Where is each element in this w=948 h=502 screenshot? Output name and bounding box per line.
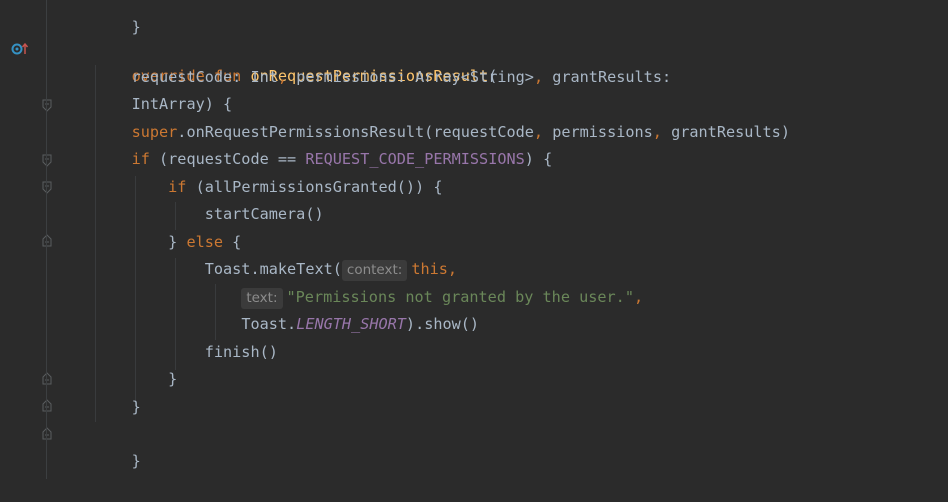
code-line: IntArray) {	[95, 91, 233, 118]
keyword-if: if	[168, 178, 187, 196]
code-token: permissions	[543, 123, 653, 141]
code-token: .onRequestPermissionsResult(requestCode	[177, 123, 534, 141]
code-token: : Array<String>	[396, 68, 534, 86]
code-line: startCamera()	[95, 201, 324, 228]
code-line: super.onRequestPermissionsResult(request…	[95, 119, 790, 146]
code-token: grantResults)	[661, 123, 790, 141]
code-token: }	[168, 233, 187, 251]
code-token: }	[168, 370, 178, 388]
code-token: grantResults	[543, 68, 662, 86]
code-token: }	[131, 452, 141, 470]
code-token: finish()	[204, 343, 278, 361]
code-token: (allPermissionsGranted()) {	[186, 178, 443, 196]
code-line: text: "Permissions not granted by the use…	[95, 284, 643, 311]
code-token: : Int	[232, 68, 278, 86]
code-token: {	[223, 233, 242, 251]
code-token: (requestCode ==	[149, 150, 306, 168]
keyword-super: super	[131, 123, 178, 141]
string-literal: "Permissions not granted by the user."	[286, 288, 634, 306]
keyword-if: if	[131, 150, 150, 168]
code-line: if (requestCode == REQUEST_CODE_PERMISSI…	[95, 146, 553, 173]
code-token: Toast.	[241, 315, 297, 333]
code-token: ,	[633, 288, 644, 306]
code-token: ,	[533, 68, 544, 86]
code-line: }	[95, 394, 141, 421]
code-token: ,	[447, 260, 458, 278]
code-line: }	[95, 0, 141, 36]
editor-gutter	[0, 0, 52, 479]
code-token: }	[131, 398, 141, 416]
code-token: :	[661, 68, 672, 86]
constant-token: REQUEST_CODE_PERMISSIONS	[305, 150, 525, 168]
code-line: }	[95, 366, 177, 393]
code-token: Toast.makeText(	[204, 260, 342, 278]
keyword-else: else	[186, 233, 224, 251]
code-token: IntArray) {	[131, 95, 233, 113]
parameter-hint-text: text:	[241, 288, 283, 309]
code-line: }	[95, 421, 141, 470]
override-up-arrow-icon[interactable]	[11, 41, 29, 57]
code-token: ,	[533, 123, 544, 141]
code-token: ,	[277, 68, 288, 86]
code-token: startCamera()	[204, 205, 324, 223]
code-line: override fun onRequestPermissionsResult(	[95, 36, 498, 85]
code-token: }	[131, 18, 141, 36]
parameter-hint-context: context:	[341, 260, 408, 281]
code-line: finish()	[95, 339, 278, 366]
constant-token: LENGTH_SHORT	[296, 315, 406, 333]
code-token: ) {	[524, 150, 553, 168]
code-token: ,	[652, 123, 662, 141]
code-line: Toast.makeText(context: this,	[95, 256, 457, 283]
code-line: requestCode: Int, permissions: Array<Str…	[95, 64, 672, 91]
code-line: if (allPermissionsGranted()) {	[95, 174, 442, 201]
code-line: } else {	[95, 229, 241, 256]
keyword-this: this	[411, 260, 448, 278]
code-editor[interactable]: } override fun onRequestPermissionsResul…	[47, 0, 948, 479]
code-token: ).show()	[405, 315, 480, 333]
code-token: permissions	[287, 68, 397, 86]
code-line: Toast.LENGTH_SHORT).show()	[95, 311, 479, 338]
code-token: requestCode	[131, 68, 233, 86]
